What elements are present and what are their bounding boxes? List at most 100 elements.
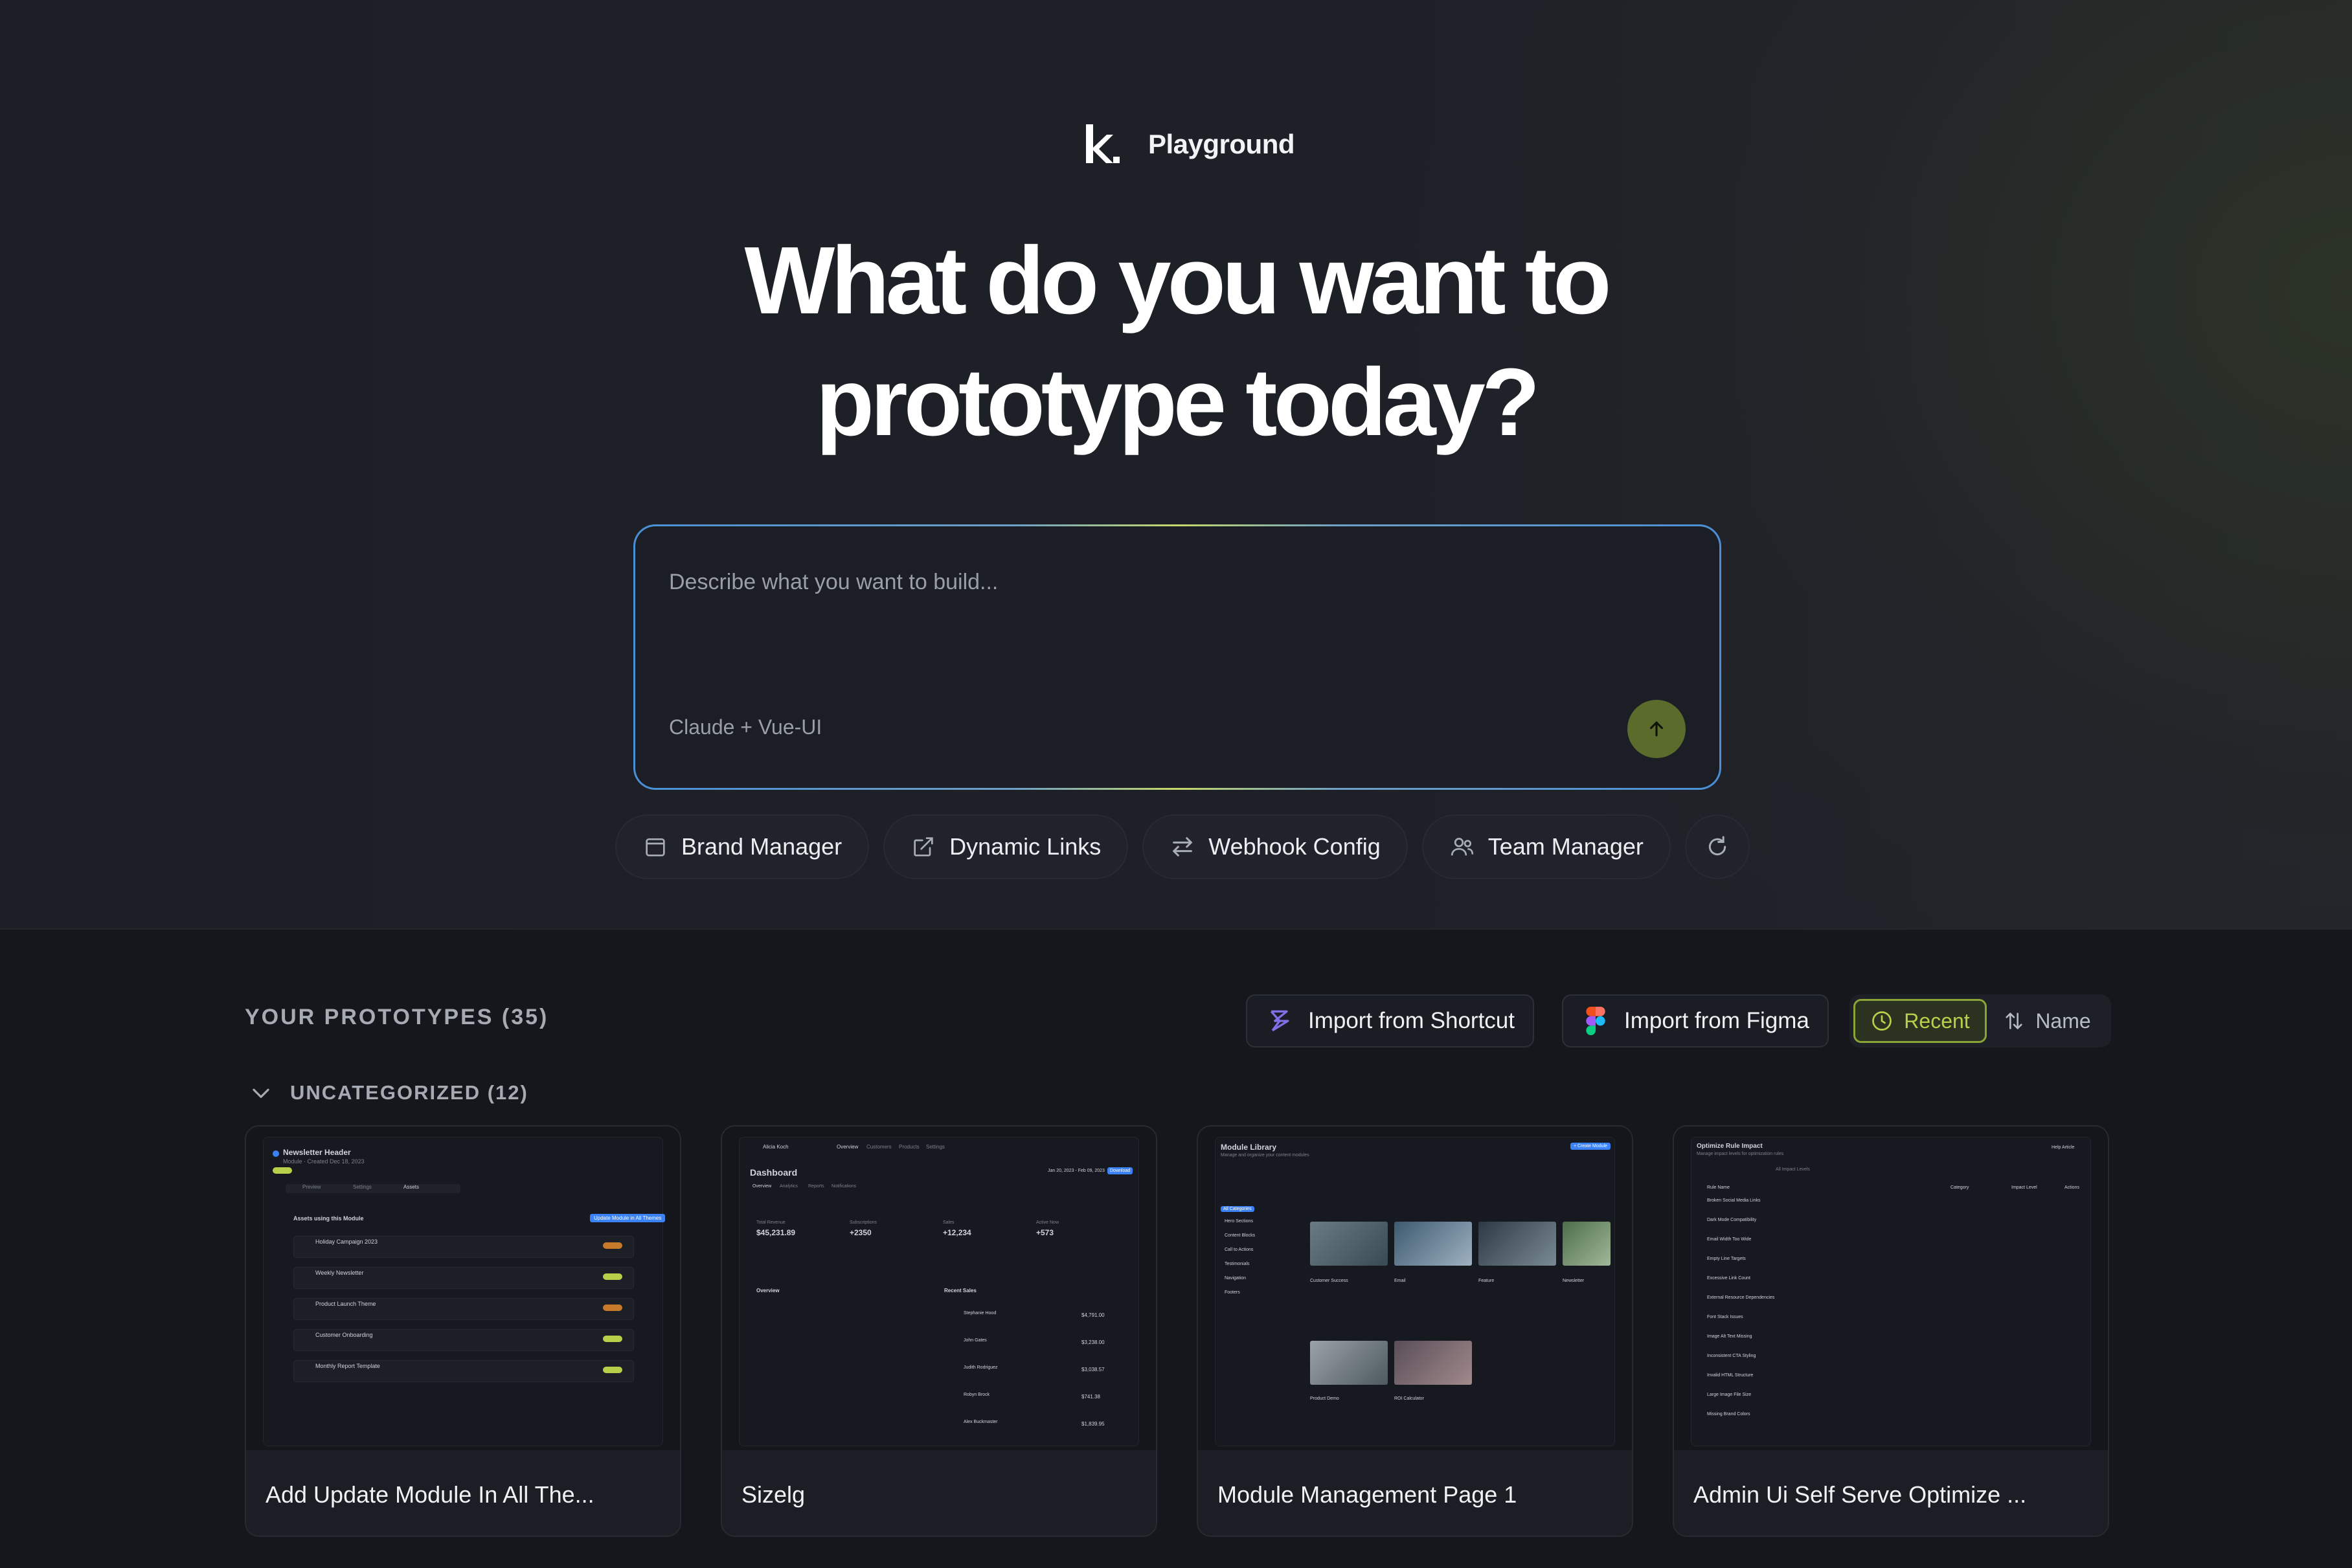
stat-value: +2350	[850, 1228, 872, 1237]
sale-name: Alex Buckmaster	[964, 1420, 998, 1424]
sale-name: John Gates	[964, 1338, 987, 1343]
status-badge	[273, 1167, 292, 1174]
sale-amount: $1,839.95	[1081, 1421, 1105, 1427]
thumbnail-frame: Module Library Manage and organize your …	[1215, 1137, 1615, 1446]
thumb-tab: Notifications	[831, 1184, 857, 1189]
suggestion-chip-brand-manager[interactable]: Brand Manager	[615, 814, 870, 879]
group-toggle-uncategorized[interactable]: UNCATEGORIZED (12)	[249, 1080, 528, 1106]
thumb-row-label: Monthly Report Template	[315, 1363, 380, 1369]
brand[interactable]: Playground	[1085, 122, 1295, 167]
brand-name: Playground	[1148, 129, 1295, 159]
category-item: All Categories	[1221, 1206, 1254, 1212]
stat-label: Total Revenue	[756, 1220, 786, 1225]
hero-section: Playground What do you want to prototype…	[0, 0, 2352, 930]
figma-logo-icon	[1586, 1007, 1605, 1035]
prototype-card[interactable]: Optimize Rule Impact Manage impact level…	[1673, 1125, 2109, 1537]
prototype-card-title: Add Update Module In All The...	[266, 1481, 594, 1508]
page-headline: What do you want to prototype today?	[0, 220, 2352, 464]
sort-recent-button[interactable]: Recent	[1853, 999, 1987, 1043]
import-figma-button[interactable]: Import from Figma	[1562, 994, 1829, 1047]
stat-label: Subscriptions	[850, 1220, 877, 1225]
status-badge	[603, 1305, 622, 1311]
rule-name: Image Alt Text Missing	[1707, 1334, 1752, 1339]
thumb-heading: Assets using this Module	[293, 1215, 364, 1222]
sale-name: Judith Rodriguez	[964, 1365, 998, 1370]
prototype-card-title: Module Management Page 1	[1217, 1481, 1517, 1508]
prototype-thumbnail: Optimize Rule Impact Manage impact level…	[1674, 1126, 2108, 1450]
thumb-filter: All Impact Levels	[1776, 1167, 1810, 1172]
thumb-subtitle: Manage impact levels for optimization ru…	[1697, 1152, 1784, 1156]
suggestion-label: Team Manager	[1487, 833, 1644, 860]
module-thumbnail	[1394, 1341, 1472, 1385]
thumb-tab: Assets	[403, 1184, 420, 1190]
import-figma-button-wrap: Import from Figma	[1562, 994, 1829, 1047]
suggestion-chip-team-manager[interactable]: Team Manager	[1421, 814, 1671, 879]
prototype-card[interactable]: Newsletter Header Module · Created Dec 1…	[245, 1125, 681, 1537]
status-badge	[603, 1367, 622, 1373]
send-button[interactable]	[1627, 700, 1686, 758]
thumb-col: Category	[1951, 1185, 1969, 1190]
thumb-tab: Overview	[752, 1184, 772, 1189]
suggestion-label: Brand Manager	[681, 833, 842, 860]
arrow-up-icon	[1649, 721, 1664, 737]
prototype-thumbnail: Module Library Manage and organize your …	[1198, 1126, 1632, 1450]
thumb-col: Rule Name	[1707, 1185, 1730, 1190]
import-figma-label: Import from Figma	[1624, 1008, 1809, 1033]
status-badge	[603, 1336, 622, 1342]
module-thumbnail	[1394, 1222, 1472, 1266]
category-item: Call to Actions	[1225, 1248, 1254, 1252]
thumb-row-label: Holiday Campaign 2023	[315, 1238, 378, 1245]
thumb-tab: Analytics	[780, 1184, 798, 1189]
sort-recent-label: Recent	[1904, 1009, 1970, 1033]
rule-name: Font Stack Issues	[1707, 1315, 1743, 1319]
rule-name: Empty Line Targets	[1707, 1257, 1746, 1261]
external-link-icon	[914, 837, 933, 857]
thumbnail-frame: Newsletter Header Module · Created Dec 1…	[263, 1137, 666, 1446]
thumb-button: + Create Module	[1570, 1143, 1611, 1150]
model-selector[interactable]: Claude + Vue-UI	[669, 715, 822, 739]
thumb-title: Module Library	[1221, 1143, 1277, 1152]
thumb-help: Help Article	[2052, 1145, 2075, 1150]
thumb-subtitle: Module · Created Dec 18, 2023	[283, 1158, 365, 1165]
sale-amount: $4,791.00	[1081, 1312, 1105, 1318]
stat-value: $45,231.89	[756, 1228, 796, 1237]
suggestion-chip-dynamic-links[interactable]: Dynamic Links	[883, 814, 1129, 879]
module-name: Newsletter	[1563, 1279, 1585, 1283]
import-shortcut-button[interactable]: Import from Shortcut	[1246, 994, 1534, 1047]
category-item: Hero Sections	[1225, 1219, 1253, 1224]
thumb-row-label: Customer Onboarding	[315, 1332, 373, 1338]
prototype-card[interactable]: Module Library Manage and organize your …	[1197, 1125, 1633, 1537]
thumb-date: Jan 20, 2023 - Feb 09, 2023	[1048, 1169, 1105, 1173]
refresh-suggestions-button[interactable]	[1684, 814, 1750, 879]
chevron-down-icon	[253, 1088, 269, 1098]
category-item: Testimonials	[1225, 1262, 1250, 1266]
module-thumbnail	[1478, 1222, 1556, 1266]
thumb-nav: Customers	[866, 1144, 892, 1150]
calendar-icon	[646, 838, 665, 857]
sort-name-button[interactable]: Name	[1987, 999, 2107, 1043]
module-thumbnail	[1310, 1222, 1388, 1266]
thumb-tab: Settings	[353, 1184, 372, 1190]
prompt-box: Claude + Vue-UI	[633, 524, 1721, 790]
import-shortcut-label: Import from Shortcut	[1308, 1008, 1515, 1033]
rule-name: Dark Mode Compatibility	[1707, 1218, 1757, 1222]
prototypes-section-title: YOUR PROTOTYPES (35)	[245, 1005, 549, 1029]
suggestion-label: Webhook Config	[1208, 833, 1381, 860]
rule-name: Invalid HTML Structure	[1707, 1373, 1754, 1378]
module-thumbnail	[1310, 1341, 1388, 1385]
sale-amount: $741.38	[1081, 1394, 1100, 1400]
thumb-col: Impact Level	[2011, 1185, 2037, 1190]
prototype-thumbnail: Alicia Koch Overview Customers Products …	[722, 1126, 1156, 1450]
suggestion-chip-webhook-config[interactable]: Webhook Config	[1142, 814, 1408, 879]
sort-toggle-group: Recent Name	[1849, 994, 2111, 1047]
thumb-col: Actions	[2064, 1185, 2079, 1190]
prototype-card[interactable]: Alicia Koch Overview Customers Products …	[721, 1125, 1157, 1537]
prompt-input[interactable]	[669, 563, 1576, 601]
thumb-subtitle: Manage and organize your content modules	[1221, 1153, 1309, 1158]
dot-icon	[273, 1150, 279, 1157]
category-item: Content Blocks	[1225, 1233, 1256, 1238]
thumb-tab: Reports	[808, 1184, 824, 1189]
rule-name: Large Image File Size	[1707, 1393, 1752, 1397]
thumb-download: Download	[1107, 1167, 1133, 1174]
prototype-thumbnail: Newsletter Header Module · Created Dec 1…	[246, 1126, 680, 1450]
